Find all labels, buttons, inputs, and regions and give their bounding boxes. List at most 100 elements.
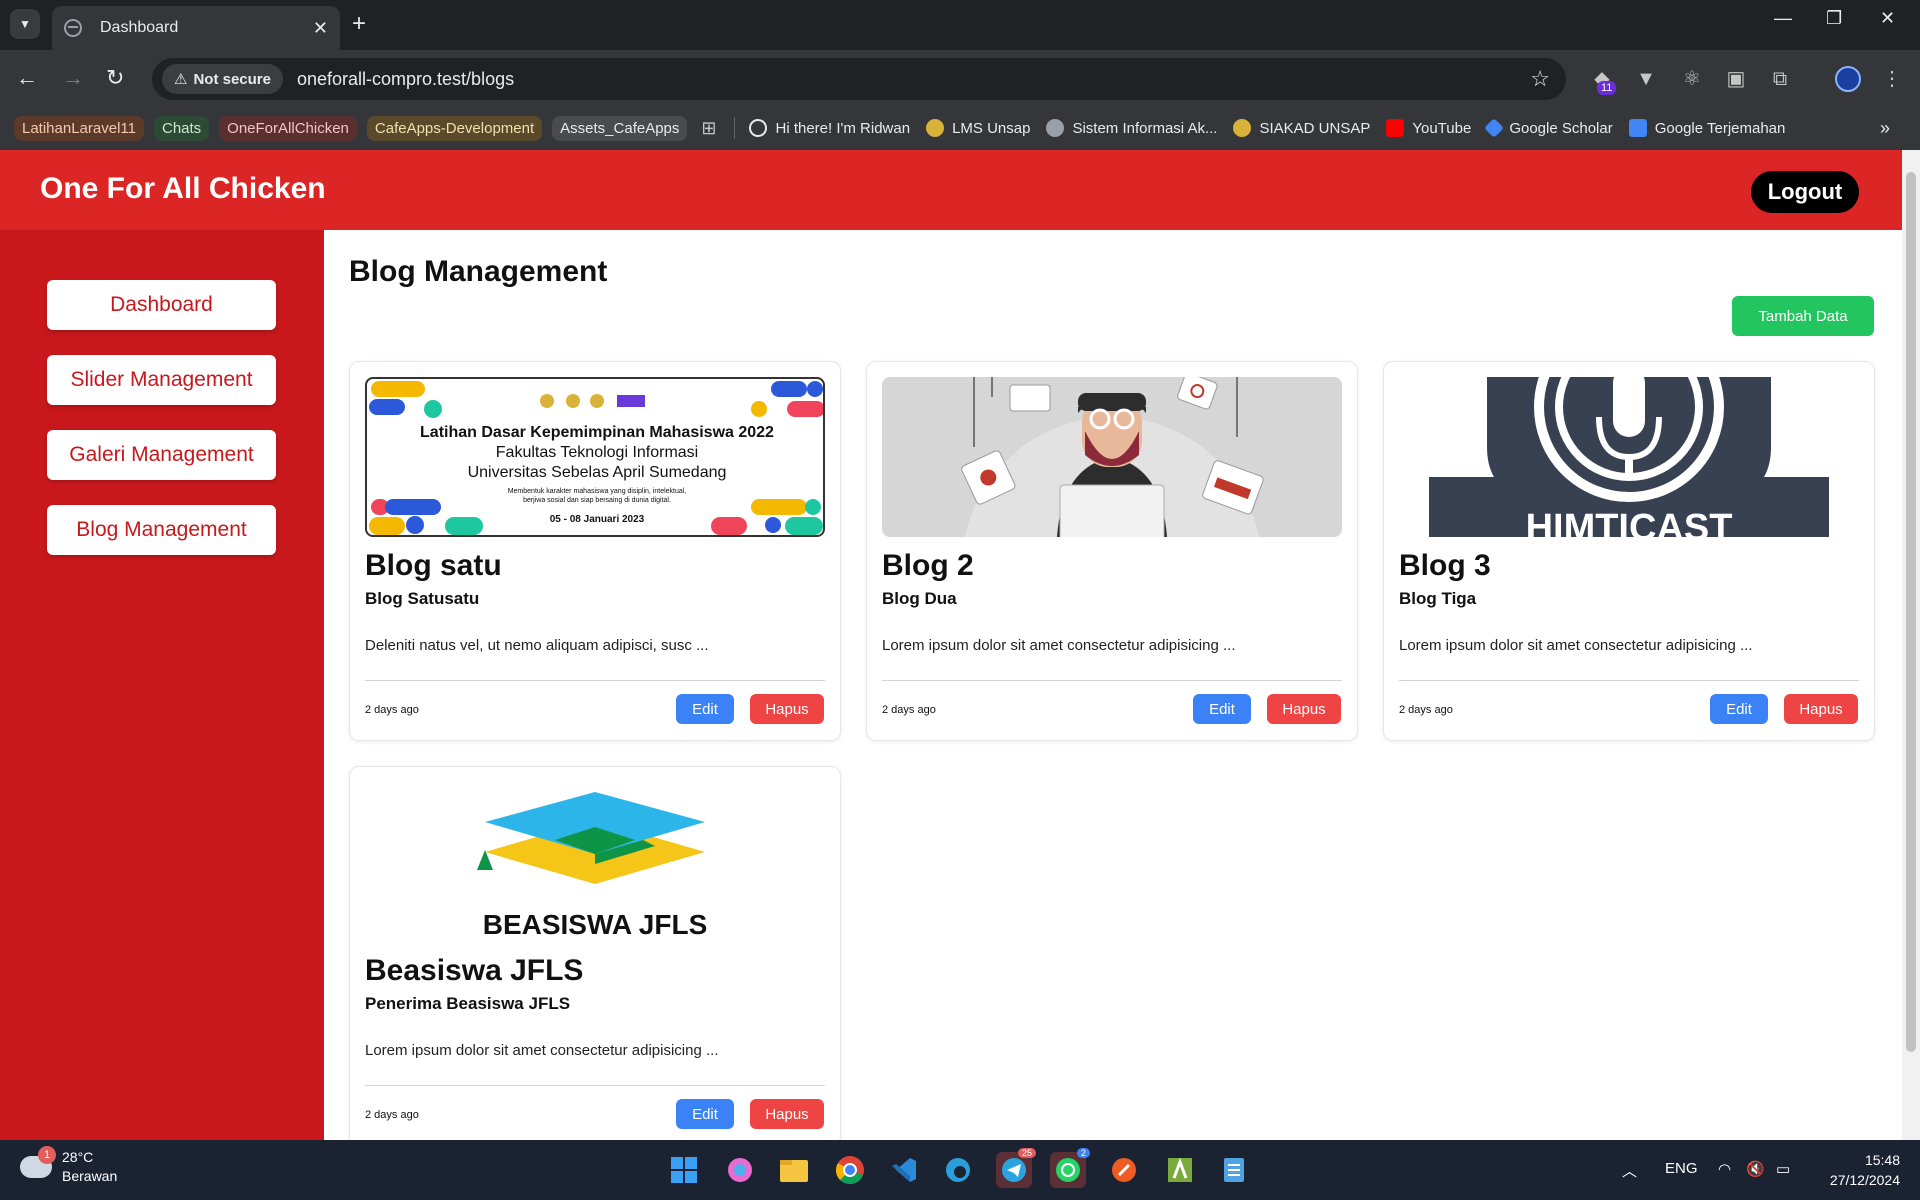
bookmark-label: Sistem Informasi Ak... (1072, 119, 1218, 137)
bookmarks-bar: LatihanLaravel11 Chats OneForAllChicken … (0, 106, 1920, 150)
page-scrollbar[interactable] (1902, 150, 1920, 1140)
system-clock[interactable]: 15:48 27/12/2024 (1812, 1150, 1900, 1190)
bookmark-item[interactable]: Google Scholar (1484, 118, 1613, 138)
blog-card: BEASISWA JFLS Beasiswa JFLS Penerima Bea… (349, 766, 841, 1140)
bookmark-item[interactable]: Sistem Informasi Ak... (1046, 119, 1217, 137)
sidebar-item-galeri-management[interactable]: Galeri Management (47, 430, 276, 480)
tray-chevron-icon[interactable]: ︿ (1622, 1160, 1637, 1181)
whatsapp-icon[interactable]: 2 (1050, 1148, 1090, 1188)
reload-icon[interactable]: ↻ (106, 64, 124, 92)
laragon-icon[interactable] (1162, 1152, 1198, 1188)
page-title: Blog Management (349, 255, 608, 288)
blog-excerpt: Lorem ipsum dolor sit amet consectetur a… (365, 1042, 719, 1059)
bookmark-item[interactable]: YouTube (1386, 119, 1471, 137)
bookmark-star-icon[interactable]: ☆ (1530, 66, 1550, 92)
tab-search-button[interactable]: ▼ (10, 9, 40, 39)
notepad-icon[interactable] (1216, 1152, 1252, 1188)
sidebar: Dashboard Slider Management Galeri Manag… (0, 230, 324, 1140)
profile-avatar[interactable] (1835, 66, 1861, 92)
extensions-puzzle-icon[interactable]: ⧉ (1768, 67, 1792, 91)
vuejs-devtools-icon[interactable]: ▼ (1634, 67, 1658, 91)
telegram-icon[interactable]: 25 (996, 1148, 1036, 1188)
minimize-icon[interactable]: — (1774, 8, 1792, 29)
bookmark-item[interactable]: LMS Unsap (926, 119, 1030, 137)
weather-widget[interactable]: 1 28°C Berawan (20, 1146, 117, 1186)
react-devtools-icon[interactable]: ⚛ (1680, 67, 1704, 91)
copilot-icon[interactable] (722, 1152, 758, 1188)
blog-card: Blog 2 Blog Dua Lorem ipsum dolor sit am… (866, 361, 1358, 741)
google-translate-icon (1628, 119, 1647, 137)
blog-card: Latihan Dasar Kepemimpinan Mahasiswa 202… (349, 361, 841, 741)
bookmark-group[interactable]: Chats (153, 115, 210, 141)
warning-icon: ⚠ (174, 71, 188, 88)
blog-title: Blog 3 (1399, 549, 1491, 582)
edit-button[interactable]: Edit (1710, 694, 1768, 724)
edit-button[interactable]: Edit (676, 1099, 734, 1129)
telegram-badge: 25 (1017, 1148, 1036, 1158)
forward-icon[interactable]: → (62, 64, 84, 92)
bookmark-group[interactable]: Assets_CafeApps (552, 115, 688, 141)
wifi-icon[interactable]: ◠ (1718, 1160, 1731, 1178)
battery-icon[interactable]: ▭ (1776, 1160, 1790, 1178)
url-text[interactable]: oneforall-compro.test/blogs (297, 69, 1530, 90)
himticast-logo-text: HIMTICAST (1526, 507, 1733, 537)
bookmark-group[interactable]: LatihanLaravel11 (14, 115, 144, 141)
blog-thumbnail: BEASISWA JFLS (365, 782, 825, 942)
bookmark-item[interactable]: Google Terjemahan (1628, 119, 1785, 137)
edge-icon[interactable] (940, 1152, 976, 1188)
security-chip[interactable]: ⚠ Not secure (162, 64, 283, 94)
vscode-icon[interactable] (886, 1152, 922, 1188)
bookmark-group[interactable]: CafeApps-Development (366, 115, 543, 141)
blog-thumbnail: Latihan Dasar Kepemimpinan Mahasiswa 202… (365, 377, 825, 537)
brand-title[interactable]: One For All Chicken (40, 172, 326, 206)
postman-icon[interactable] (1106, 1152, 1142, 1188)
browser-menu-icon[interactable]: ⋮ (1880, 67, 1904, 91)
close-tab-icon[interactable]: ✕ (313, 18, 328, 39)
main-content: Blog Management Tambah Data Latihan Dasa… (324, 230, 1902, 1140)
edit-button[interactable]: Edit (676, 694, 734, 724)
ldkm-poster-image: Latihan Dasar Kepemimpinan Mahasiswa 202… (369, 381, 823, 535)
delete-button[interactable]: Hapus (1267, 694, 1341, 724)
poster-heading-3: Universitas Sebelas April Sumedang (468, 464, 727, 481)
app-header: One For All Chicken Logout (0, 150, 1902, 230)
bookmark-label: Google Scholar (1509, 119, 1613, 137)
tab-dashboard[interactable]: Dashboard ✕ (52, 6, 340, 50)
beasiswa-jfls-logo-image: BEASISWA JFLS (477, 792, 707, 940)
tab-title: Dashboard (100, 19, 179, 36)
language-indicator[interactable]: ENG (1665, 1160, 1698, 1177)
address-bar[interactable]: ⚠ Not secure oneforall-compro.test/blogs… (152, 58, 1566, 100)
edit-button[interactable]: Edit (1193, 694, 1251, 724)
portfolio-icon (749, 119, 768, 137)
file-explorer-icon[interactable] (776, 1152, 812, 1188)
delete-button[interactable]: Hapus (1784, 694, 1858, 724)
clipboard-extension-icon[interactable]: ▣ (1724, 67, 1748, 91)
new-tab-button[interactable]: + (352, 10, 366, 38)
more-bookmarks-icon[interactable]: » (1880, 118, 1890, 139)
sidebar-item-dashboard[interactable]: Dashboard (47, 280, 276, 330)
bookmark-item[interactable]: Hi there! I'm Ridwan (749, 119, 910, 137)
apps-grid-icon[interactable]: ⊞ (701, 118, 716, 139)
poster-dates: 05 - 08 Januari 2023 (550, 514, 645, 525)
google-scholar-icon (1484, 118, 1505, 138)
restore-icon[interactable]: ❐ (1826, 8, 1842, 29)
chrome-icon[interactable] (832, 1152, 868, 1188)
add-data-button[interactable]: Tambah Data (1732, 296, 1874, 336)
poster-heading-2: Fakultas Teknologi Informasi (496, 444, 698, 461)
close-window-icon[interactable]: ✕ (1880, 8, 1895, 29)
blog-subtitle: Blog Tiga (1399, 589, 1477, 608)
blog-subtitle: Blog Dua (882, 589, 957, 608)
card-divider (365, 680, 825, 681)
delete-button[interactable]: Hapus (750, 1099, 824, 1129)
sidebar-item-blog-management[interactable]: Blog Management (47, 505, 276, 555)
back-icon[interactable]: ← (16, 64, 38, 92)
blog-timestamp: 2 days ago (882, 704, 936, 716)
delete-button[interactable]: Hapus (750, 694, 824, 724)
bookmark-group[interactable]: OneForAllChicken (219, 115, 357, 141)
bookmark-item[interactable]: SIAKAD UNSAP (1233, 119, 1370, 137)
volume-muted-icon[interactable]: 🔇 (1746, 1160, 1765, 1178)
cloud-icon: 1 (20, 1146, 56, 1178)
scrollbar-thumb[interactable] (1906, 172, 1916, 1052)
sidebar-item-slider-management[interactable]: Slider Management (47, 355, 276, 405)
windows-start-icon[interactable] (666, 1152, 702, 1188)
logout-button[interactable]: Logout (1751, 171, 1859, 213)
